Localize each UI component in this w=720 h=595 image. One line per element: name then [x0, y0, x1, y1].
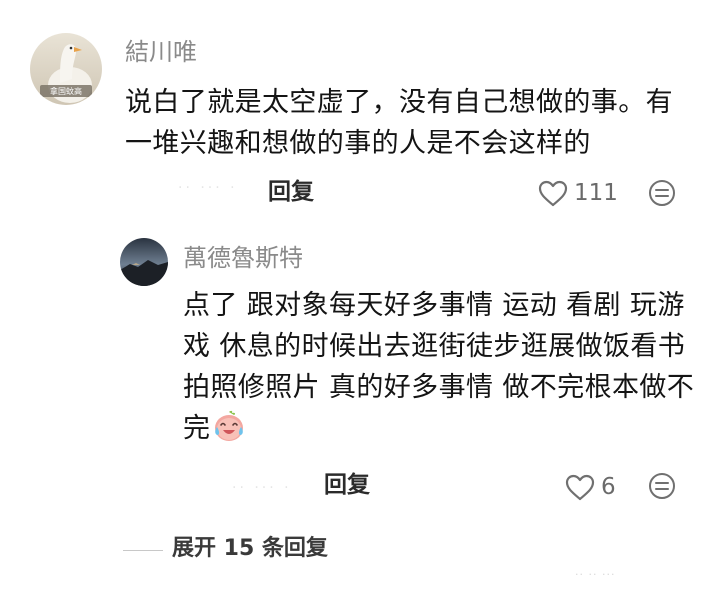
- expand-replies-button[interactable]: 展开 15 条回复: [172, 538, 328, 560]
- heart-outline-icon: [538, 180, 568, 206]
- heart-outline-icon: [565, 474, 595, 500]
- comment-meta-faint: ·· ··· ·: [178, 180, 238, 196]
- reply-text-body: 点了 跟对象每天好多事情 运动 看剧 玩游戏 休息的时候出去逛街徒步逛展做饭看书…: [183, 290, 695, 444]
- reply-button[interactable]: 回复: [268, 181, 314, 204]
- dots-circle-icon: [649, 180, 675, 206]
- expand-divider-line: [123, 550, 163, 551]
- landscape-avatar-image: [120, 238, 168, 286]
- reply-to-reply-button[interactable]: 回复: [324, 474, 370, 497]
- reply-author-name[interactable]: 萬德魯斯特: [183, 246, 303, 270]
- like-button[interactable]: 111: [538, 178, 618, 208]
- watermark: ·· ·· ···: [575, 568, 616, 581]
- comment-text: 说白了就是太空虚了，没有自己想做的事。有一堆兴趣和想做的事的人是不会这样的: [125, 87, 673, 159]
- laughing-crying-emoji: [215, 410, 244, 441]
- svg-text:拿国蚊高: 拿国蚊高: [50, 86, 82, 96]
- comment-author-name[interactable]: 結川唯: [125, 40, 197, 64]
- avatar-main-commenter[interactable]: 拿国蚊高: [30, 33, 102, 105]
- reply-more-options-button[interactable]: [648, 472, 676, 500]
- reply-like-count: 6: [601, 473, 616, 500]
- reply-text: 点了 跟对象每天好多事情 运动 看剧 玩游戏 休息的时候出去逛街徒步逛展做饭看书…: [183, 285, 698, 449]
- more-options-button[interactable]: [648, 179, 676, 207]
- like-count: 111: [574, 179, 618, 206]
- reply-meta-faint: ·· ··· ·: [232, 480, 292, 496]
- avatar-reply-commenter[interactable]: [120, 238, 168, 286]
- dots-circle-icon: [649, 473, 675, 499]
- reply-like-button[interactable]: 6: [565, 472, 616, 502]
- goose-avatar-image: 拿国蚊高: [30, 33, 102, 105]
